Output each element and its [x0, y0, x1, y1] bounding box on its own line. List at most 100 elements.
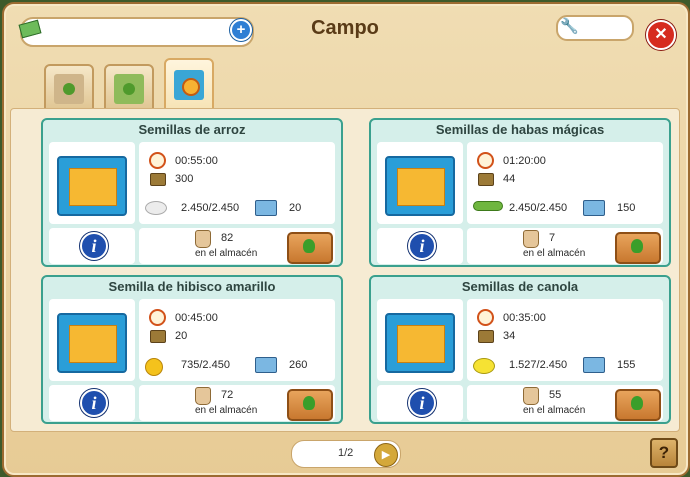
seed-card: Semilla de hibisco amarillo i 00:45:00 2…	[41, 275, 343, 424]
price-value: 20	[289, 202, 302, 214]
cash-icon	[255, 357, 277, 373]
plant-button[interactable]	[615, 389, 661, 421]
sprout-icon	[631, 239, 643, 253]
stored-count: 55	[549, 389, 562, 401]
clock-icon	[149, 152, 166, 169]
cash-icon	[255, 200, 277, 216]
pagination: 1/2 ▶	[291, 440, 401, 468]
timer-bag-icon	[174, 70, 204, 100]
sack-icon	[523, 387, 539, 405]
info-box: i	[377, 228, 463, 264]
clock-icon	[477, 309, 494, 326]
storage-box: 55 en el almacén	[467, 385, 663, 421]
grow-time: 01:20:00	[503, 155, 546, 167]
sprout-icon	[631, 396, 643, 410]
sack-icon	[195, 230, 211, 248]
yield-value: 735/2.450	[181, 359, 230, 371]
sack-icon	[523, 230, 539, 248]
basket-icon	[150, 330, 166, 343]
wrench-icon: 🔧	[560, 18, 579, 35]
stored-count: 82	[221, 232, 234, 244]
seed-packet-icon	[57, 313, 127, 373]
basket-icon	[478, 173, 494, 186]
grow-time: 00:35:00	[503, 312, 546, 324]
seed-image-box	[49, 142, 135, 224]
cash-icon	[583, 200, 605, 216]
card-title: Semilla de hibisco amarillo	[108, 279, 276, 294]
card-title: Semillas de canola	[461, 279, 579, 294]
seed-bag-icon	[54, 74, 84, 104]
stored-label: en el almacén	[195, 405, 258, 416]
add-cash-button[interactable]: +	[230, 19, 252, 41]
cash-value	[42, 21, 242, 45]
cash-display	[18, 17, 254, 47]
clock-icon	[477, 152, 494, 169]
grow-time: 00:55:00	[175, 155, 218, 167]
seed-bag-icon	[114, 74, 144, 104]
info-box: i	[377, 385, 463, 421]
rice-icon	[145, 201, 167, 215]
price-value: 150	[617, 202, 636, 214]
cash-icon	[583, 357, 605, 373]
yield-value: 1.527/2.450	[509, 359, 568, 371]
plant-button[interactable]	[287, 389, 333, 421]
storage-box: 82 en el almacén	[139, 228, 335, 264]
xp-value: 44	[503, 173, 516, 185]
stored-label: en el almacén	[523, 248, 586, 259]
tab-seed-bag-timer[interactable]	[164, 58, 214, 112]
seed-card: Semillas de arroz i 00:55:00 300 2.450/2…	[41, 118, 343, 267]
sprout-icon	[303, 396, 315, 410]
seed-image-box	[49, 299, 135, 381]
stored-count: 72	[221, 389, 234, 401]
stored-label: en el almacén	[195, 248, 258, 259]
tab-seed-bag-plain[interactable]	[44, 64, 94, 112]
info-box: i	[49, 385, 135, 421]
help-button[interactable]: ?	[650, 438, 678, 468]
stats-box: 00:35:00 34 1.527/2.450 155	[467, 299, 663, 381]
stats-box: 01:20:00 44 2.450/2.450 150	[467, 142, 663, 224]
close-button[interactable]: ✕	[646, 20, 676, 50]
grow-time: 00:45:00	[175, 312, 218, 324]
info-button[interactable]: i	[80, 389, 108, 417]
card-title: Semillas de arroz	[138, 122, 246, 137]
plant-button[interactable]	[615, 232, 661, 264]
sack-icon	[195, 387, 211, 405]
basket-icon	[150, 173, 166, 186]
xp-value: 20	[175, 330, 188, 342]
xp-value: 34	[503, 330, 516, 342]
seed-card: Semillas de habas mágicas i 01:20:00 44 …	[369, 118, 671, 267]
stored-count: 7	[549, 232, 556, 244]
tab-seed-bag-green[interactable]	[104, 64, 154, 112]
canola-icon	[473, 358, 495, 374]
info-button[interactable]: i	[408, 232, 436, 260]
seed-packet-icon	[57, 156, 127, 216]
info-button[interactable]: i	[408, 389, 436, 417]
page-indicator: 1/2	[338, 447, 354, 459]
storage-box: 7 en el almacén	[467, 228, 663, 264]
seed-card: Semillas de canola i 00:35:00 34 1.527/2…	[369, 275, 671, 424]
price-value: 260	[289, 359, 308, 371]
hibiscus-icon	[145, 358, 163, 376]
card-title: Semillas de habas mágicas	[435, 122, 605, 137]
basket-icon	[478, 330, 494, 343]
stored-label: en el almacén	[523, 405, 586, 416]
tool-display: 🔧	[556, 15, 634, 41]
dialog-header: + Campo 🔧 ✕	[0, 0, 690, 60]
seed-packet-icon	[385, 313, 455, 373]
sprout-icon	[303, 239, 315, 253]
xp-value: 300	[175, 173, 194, 185]
seed-image-box	[377, 299, 463, 381]
info-button[interactable]: i	[80, 232, 108, 260]
next-page-button[interactable]: ▶	[374, 443, 398, 467]
yield-value: 2.450/2.450	[181, 202, 240, 214]
yield-value: 2.450/2.450	[509, 202, 568, 214]
stats-box: 00:45:00 20 735/2.450 260	[139, 299, 335, 381]
page-title: Campo	[311, 17, 379, 39]
bean-icon	[473, 201, 503, 211]
price-value: 155	[617, 359, 636, 371]
storage-box: 72 en el almacén	[139, 385, 335, 421]
plant-button[interactable]	[287, 232, 333, 264]
clock-icon	[149, 309, 166, 326]
seed-image-box	[377, 142, 463, 224]
money-icon	[18, 19, 42, 39]
